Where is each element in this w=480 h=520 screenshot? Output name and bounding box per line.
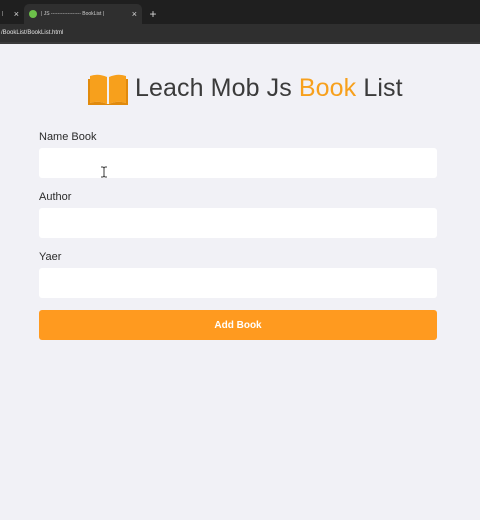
open-book-icon — [88, 74, 128, 105]
new-tab-button[interactable]: + — [142, 4, 164, 24]
close-tab-icon[interactable]: × — [132, 9, 137, 19]
address-bar[interactable]: /BookList/BookList.html — [0, 24, 480, 42]
year-label: Yaer — [39, 251, 62, 263]
author-label: Author — [39, 191, 72, 203]
browser-tab-active[interactable]: | JS ------------------ BookList | × — [24, 4, 142, 24]
favicon-icon — [29, 10, 37, 18]
tab-title: | — [2, 11, 4, 17]
year-input[interactable] — [39, 268, 437, 298]
page-header: Leach Mob Js Book List — [88, 68, 403, 108]
title-suffix: List — [356, 73, 403, 102]
title-prefix: Leach Mob Js — [135, 73, 299, 102]
author-input[interactable] — [39, 208, 437, 238]
tab-title: | JS ------------------ BookList | — [41, 11, 105, 17]
close-tab-icon[interactable]: × — [14, 9, 19, 19]
book-form: Name Book Author Yaer Add Book — [39, 130, 437, 340]
text-cursor-icon — [101, 166, 107, 178]
add-book-button[interactable]: Add Book — [39, 310, 437, 340]
page-title: Leach Mob Js Book List — [135, 74, 403, 103]
browser-tab[interactable]: | × — [0, 4, 24, 24]
address-url: /BookList/BookList.html — [1, 30, 64, 36]
chrome-divider — [0, 42, 480, 44]
name-book-input[interactable] — [39, 148, 437, 178]
browser-tab-bar: | × | JS ------------------ BookList | ×… — [0, 0, 480, 24]
title-accent: Book — [298, 73, 357, 102]
name-book-label: Name Book — [39, 131, 97, 143]
